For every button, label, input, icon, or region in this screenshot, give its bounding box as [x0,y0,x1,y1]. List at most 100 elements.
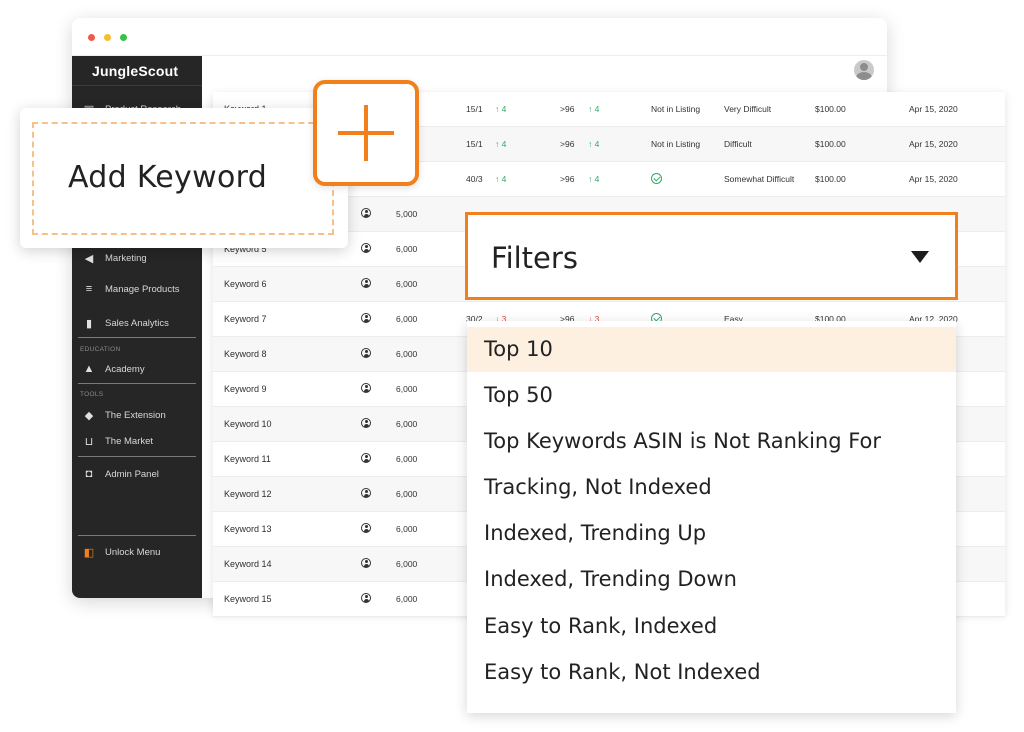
search-volume-cell: 6,000 [396,419,418,429]
filter-option-easy-not-indexed[interactable]: Easy to Rank, Not Indexed [467,650,956,695]
filters-menu: Top 10 Top 50 Top Keywords ASIN is Not R… [467,321,956,713]
keyword-cell: Keyword 14 [224,559,272,569]
search-volume-cell: 6,000 [396,279,418,289]
stack-icon: ≡ [85,283,93,295]
brand-logo: JungleScout [72,56,202,86]
rank-trend-cell: ↑ 4 [495,139,507,149]
user-icon [361,547,371,582]
keyword-cell: Keyword 11 [224,454,271,464]
user-icon [361,232,371,267]
bar-chart-icon: ▮ [85,317,93,330]
add-keyword-card[interactable]: Add Keyword [20,108,348,248]
date-cell: Apr 15, 2020 [909,174,958,184]
filters-dropdown[interactable]: Filters [465,212,958,300]
search-volume-cell: 5,000 [396,209,418,219]
minimize-window-dot[interactable] [104,34,111,41]
cart-icon: ⊔ [84,435,94,448]
megaphone-icon: ◀ [84,252,94,265]
sidebar-item-label: Marketing [105,252,147,264]
difficulty-cell: Difficult [724,139,752,149]
filter-option-easy-indexed[interactable]: Easy to Rank, Indexed [467,604,956,649]
search-volume-cell: 6,000 [396,524,418,534]
sidebar-item-manage-products[interactable]: ≡ Manage Products [72,278,202,300]
keyword-cell: Keyword 6 [224,279,267,289]
rank-cell: >96 [560,174,575,184]
filter-option-not-ranking[interactable]: Top Keywords ASIN is Not Ranking For [467,419,956,464]
rank-trend-cell: ↑ 4 [495,104,507,114]
sidebar-divider [78,383,196,384]
add-keyword-label: Add Keyword [68,160,268,195]
rank-trend-cell: ↑ 4 [588,104,600,114]
keyword-cell: Keyword 13 [224,524,272,534]
sidebar-item-the-market[interactable]: ⊔ The Market [72,430,202,452]
sidebar-divider [78,535,196,536]
search-volume-cell: 6,000 [396,384,418,394]
filters-label: Filters [491,241,578,275]
maximize-window-dot[interactable] [120,34,127,41]
user-icon [361,197,371,232]
rank-trend-cell: ↑ 4 [588,174,600,184]
keyword-cell: Keyword 12 [224,489,272,499]
difficulty-cell: Somewhat Difficult [724,174,795,184]
date-cell: Apr 15, 2020 [909,139,958,149]
difficulty-cell: Very Difficult [724,104,772,114]
user-icon [361,267,371,302]
search-volume-cell: 6,000 [396,559,418,569]
user-icon [361,442,371,477]
section-label-tools: TOOLS [80,391,104,398]
filter-option-tracking-not-indexed[interactable]: Tracking, Not Indexed [467,465,956,510]
date-cell: Apr 15, 2020 [909,104,958,114]
search-volume-cell: 6,000 [396,314,418,324]
rank-cell: >96 [560,104,575,114]
rank-cell: 15/1 [466,139,483,149]
caret-down-icon [911,251,929,263]
avatar-icon[interactable] [854,60,874,80]
price-cell: $100.00 [815,139,846,149]
shield-icon: ◘ [85,468,93,480]
user-icon [361,372,371,407]
sidebar-item-label: Sales Analytics [105,317,169,329]
sidebar-item-unlock-menu[interactable]: ◧ Unlock Menu [72,541,202,563]
extension-icon: ◆ [84,409,94,422]
price-cell: $100.00 [815,174,846,184]
search-volume-cell: 6,000 [396,489,418,499]
user-icon [361,302,371,337]
check-circle-icon [651,173,662,184]
user-icon [361,407,371,442]
sidebar-item-admin-panel[interactable]: ◘ Admin Panel [72,463,202,485]
sidebar-item-sales-analytics[interactable]: ▮ Sales Analytics [72,312,202,334]
add-keyword-button[interactable] [313,80,419,186]
keyword-cell: Keyword 8 [224,349,267,359]
indexed-cell: Not in Listing [651,139,701,149]
graduation-cap-icon: ▲ [83,363,95,375]
rank-trend-cell: ↑ 4 [495,174,507,184]
keyword-cell: Keyword 15 [224,594,272,604]
sidebar-item-label: Admin Panel [105,468,159,480]
indexed-cell [651,162,662,197]
filter-option-top-10[interactable]: Top 10 [467,327,956,372]
user-icon [361,582,371,617]
rank-trend-cell: ↑ 4 [588,139,600,149]
search-volume-cell: 6,000 [396,454,418,464]
sidebar-item-label: Manage Products [105,283,180,295]
indexed-cell: Not in Listing [651,104,701,114]
close-window-dot[interactable] [88,34,95,41]
filter-option-trending-down[interactable]: Indexed, Trending Down [467,557,956,602]
filter-option-trending-up[interactable]: Indexed, Trending Up [467,511,956,556]
sidebar-divider [78,456,196,457]
section-label-education: EDUCATION [80,346,121,353]
sidebar-item-label: The Extension [105,409,166,421]
sidebar-item-academy[interactable]: ▲ Academy [72,358,202,380]
rank-cell: 40/3 [466,174,483,184]
user-icon [361,512,371,547]
user-icon [361,337,371,372]
sidebar-item-the-extension[interactable]: ◆ The Extension [72,404,202,426]
sidebar-item-marketing[interactable]: ◀ Marketing [72,247,202,269]
price-cell: $100.00 [815,104,846,114]
keyword-cell: Keyword 7 [224,314,267,324]
rank-cell: >96 [560,139,575,149]
search-volume-cell: 6,000 [396,244,418,254]
stage: JungleScout ▣ Product Research ◀ Marketi… [0,0,1024,732]
unlock-icon: ◧ [83,546,95,559]
filter-option-top-50[interactable]: Top 50 [467,373,956,418]
